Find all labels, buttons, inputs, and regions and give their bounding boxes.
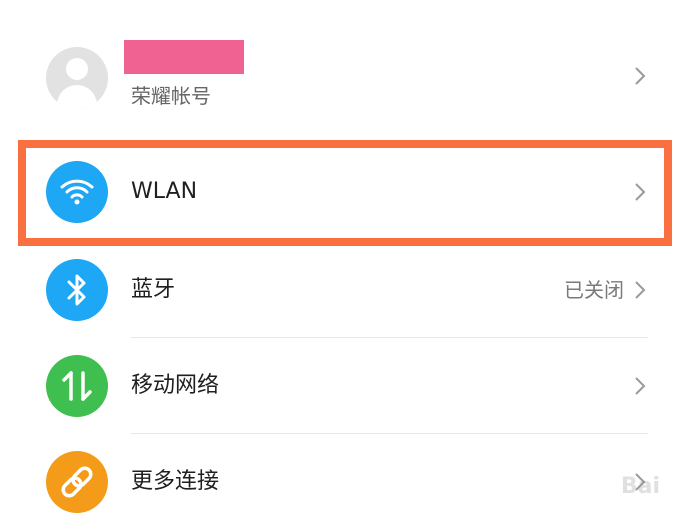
avatar-body-icon <box>57 85 97 109</box>
settings-page: 荣耀帐号 WLAN 蓝牙 已关闭 移动网络 更多连接 Bai <box>0 0 700 529</box>
avatar-head-icon <box>66 58 88 80</box>
settings-row-wlan[interactable]: WLAN <box>0 144 700 240</box>
row-label-bluetooth: 蓝牙 <box>131 277 176 302</box>
account-row[interactable]: 荣耀帐号 <box>0 20 700 128</box>
chevron-right-icon <box>635 377 646 395</box>
chevron-right-icon <box>635 281 646 299</box>
more-connections-icon-circle <box>46 451 108 513</box>
row-label-more-connections: 更多连接 <box>131 469 220 494</box>
account-name-redacted <box>124 40 244 74</box>
mobile-network-icon-circle <box>46 355 108 417</box>
bluetooth-icon-circle <box>46 259 108 321</box>
avatar <box>46 47 108 109</box>
link-icon <box>61 466 93 498</box>
row-divider <box>131 239 648 240</box>
account-label: 荣耀帐号 <box>131 84 211 108</box>
row-label-wlan: WLAN <box>131 179 198 204</box>
chevron-right-icon <box>635 183 646 201</box>
settings-row-bluetooth[interactable]: 蓝牙 已关闭 <box>0 242 700 338</box>
row-label-mobile-network: 移动网络 <box>131 373 220 398</box>
mobile-data-icon <box>62 371 92 401</box>
baidu-watermark: Bai <box>620 474 660 499</box>
settings-row-more-connections[interactable]: 更多连接 <box>0 434 700 530</box>
chevron-right-icon <box>635 67 646 85</box>
settings-row-mobile-network[interactable]: 移动网络 <box>0 338 700 434</box>
bluetooth-icon <box>67 274 86 306</box>
wlan-icon-circle <box>46 161 108 223</box>
bluetooth-status: 已关闭 <box>564 278 624 302</box>
wifi-icon <box>60 179 94 205</box>
